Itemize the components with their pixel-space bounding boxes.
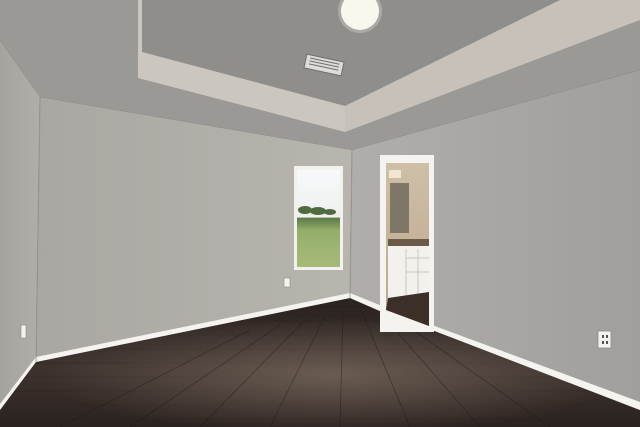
bathroom-mirror xyxy=(390,183,409,233)
window-glass xyxy=(297,170,340,267)
outlet-icon xyxy=(20,324,27,339)
room-photo xyxy=(0,0,640,427)
left-wall xyxy=(0,40,40,410)
vanity-countertop xyxy=(388,239,429,246)
outlet-icon xyxy=(283,277,291,288)
room-illustration xyxy=(0,0,640,427)
outlet-icon xyxy=(597,330,612,349)
